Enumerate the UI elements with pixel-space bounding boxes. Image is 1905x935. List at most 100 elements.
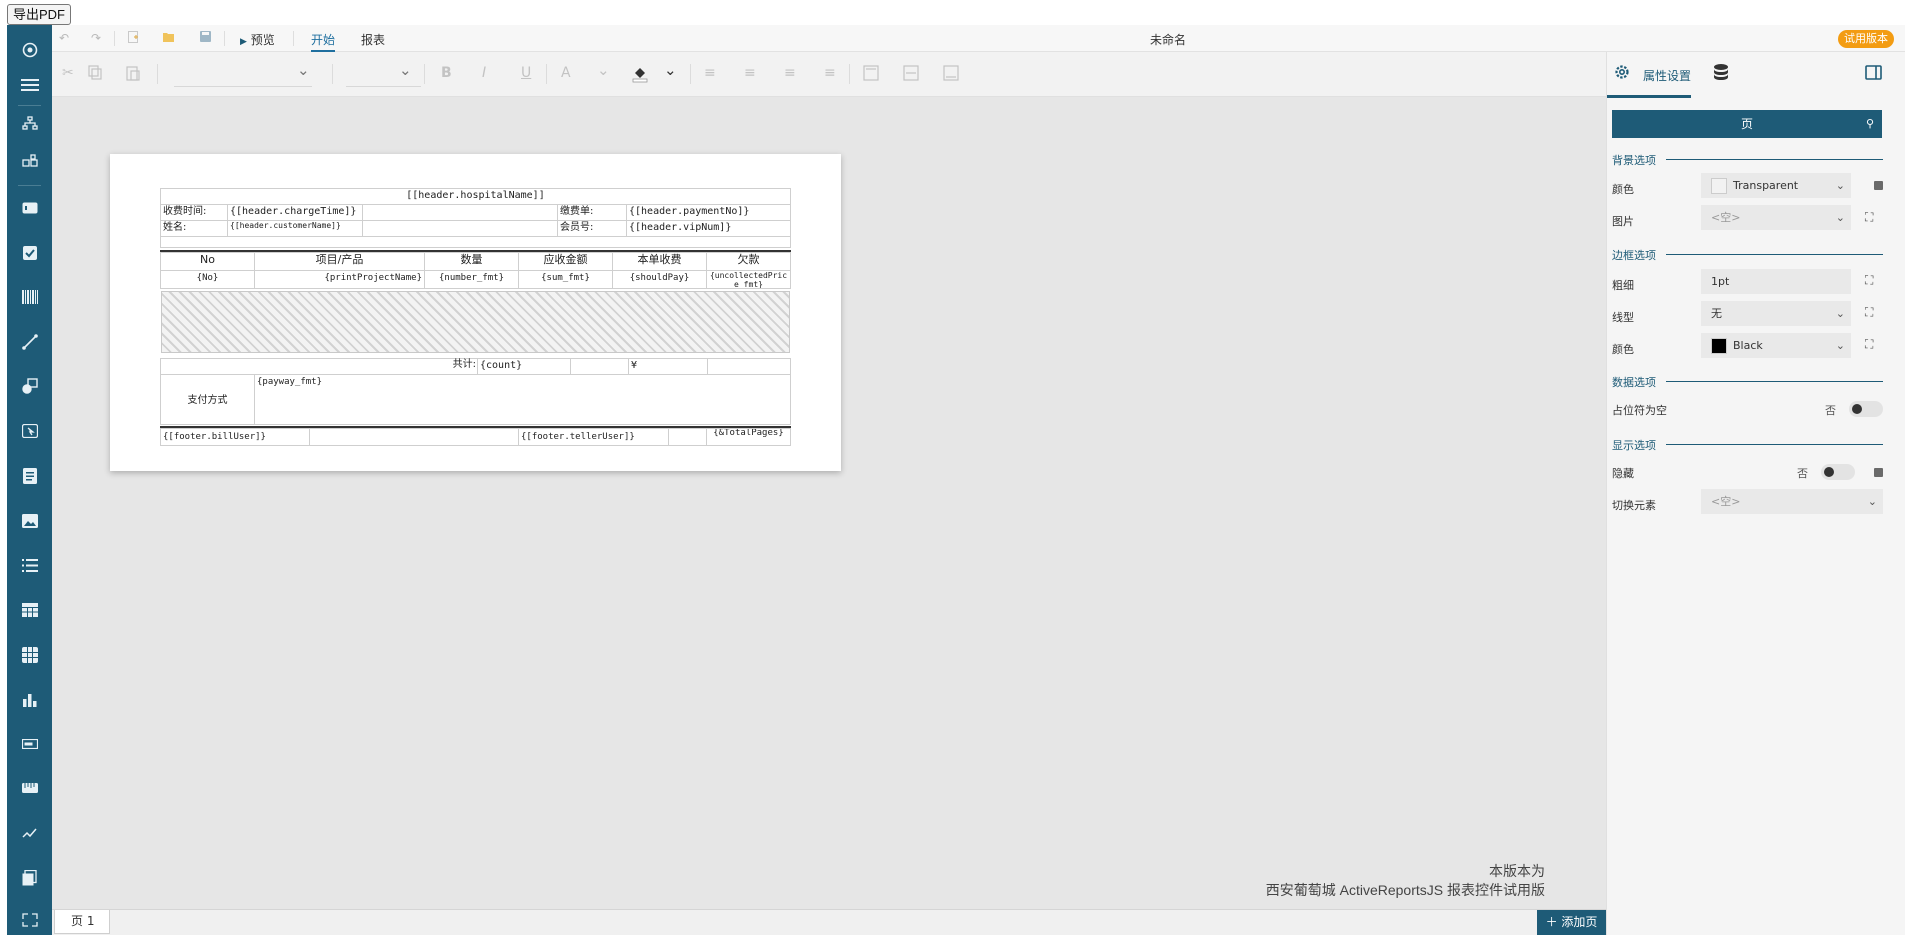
expand-icon[interactable]: ⛶ (1865, 305, 1873, 320)
sparkline-icon[interactable] (7, 818, 52, 848)
border-color-select[interactable]: Black ⌄ (1701, 333, 1851, 358)
expression-icon[interactable] (1874, 468, 1883, 477)
hidden-toggle[interactable] (1821, 464, 1855, 480)
panel-header[interactable]: 页 ⚲ (1612, 110, 1882, 138)
gear-icon[interactable] (1613, 63, 1631, 84)
list-icon[interactable] (7, 550, 52, 580)
align-right-icon[interactable]: ≡ (784, 65, 796, 81)
expand-icon[interactable]: ⛶ (1865, 273, 1873, 288)
container-icon[interactable] (7, 905, 52, 935)
name-value[interactable]: {[header.customerName]} (227, 220, 363, 237)
table-icon[interactable] (7, 595, 52, 625)
undo-icon[interactable]: ↶ (59, 31, 69, 45)
tab-properties[interactable]: 属性设置 (1643, 67, 1691, 84)
payment-no-value[interactable]: {[header.paymentNo]} (626, 204, 791, 221)
chart-icon[interactable] (7, 685, 52, 715)
column-header[interactable]: 欠款 (706, 252, 791, 271)
line-icon[interactable] (7, 327, 52, 357)
subreport-icon[interactable] (7, 863, 52, 893)
shape-icon[interactable] (7, 371, 52, 401)
table-row-field[interactable]: {shouldPay} (612, 270, 707, 289)
vip-label[interactable]: 会员号: (557, 220, 627, 237)
valign-bottom-icon[interactable] (943, 65, 959, 85)
open-folder-icon[interactable] (163, 31, 175, 45)
richtext-icon[interactable] (7, 461, 52, 491)
chevron-down-icon[interactable]: ⌄ (399, 61, 412, 79)
currency-cell[interactable]: ¥ (628, 358, 708, 375)
empty-cell[interactable] (309, 428, 519, 446)
payway-label[interactable]: 支付方式 (160, 374, 255, 425)
charge-time-value[interactable]: {[header.chargeTime]} (227, 204, 363, 221)
table-row-field[interactable]: {number_fmt} (424, 270, 519, 289)
valign-top-icon[interactable] (863, 65, 879, 85)
tree-structure-icon[interactable] (7, 108, 52, 138)
expression-icon[interactable] (1874, 181, 1883, 190)
valign-middle-icon[interactable] (903, 65, 919, 85)
page-tab[interactable]: 页 1 (54, 910, 110, 934)
toggle-item-select[interactable]: <空> ⌄ (1701, 489, 1883, 514)
empty-cell[interactable] (362, 220, 558, 237)
chevron-down-icon[interactable]: ⌄ (597, 61, 610, 79)
charge-time-label[interactable]: 收费时间: (160, 204, 228, 221)
copy-icon[interactable] (88, 65, 102, 84)
bg-color-select[interactable]: Transparent ⌄ (1701, 173, 1851, 198)
table-row-field[interactable]: {sum_fmt} (518, 270, 613, 289)
expand-icon[interactable]: ⛶ (1865, 210, 1873, 225)
checkbox-icon[interactable] (7, 238, 52, 268)
border-width-input[interactable]: 1pt (1701, 269, 1851, 294)
preview-button[interactable]: ▶ 预览 (240, 31, 275, 48)
name-label[interactable]: 姓名: (160, 220, 228, 237)
table-row-field[interactable]: {No} (160, 270, 255, 289)
chevron-down-icon[interactable]: ⌄ (664, 61, 677, 79)
payway-value[interactable]: {payway_fmt} (254, 374, 791, 425)
align-center-icon[interactable]: ≡ (744, 65, 756, 81)
hospital-name-cell[interactable]: [[header.hospitalName]] (160, 188, 791, 205)
table-row-field[interactable]: {uncollectedPrice_fmt} (706, 270, 791, 289)
new-file-icon[interactable] (128, 31, 139, 46)
collapse-panel-icon[interactable] (1865, 65, 1882, 83)
report-page[interactable]: [[header.hospitalName]] 收费时间: {[header.c… (110, 154, 841, 471)
total-count[interactable]: {count} (477, 358, 571, 375)
image-icon[interactable] (7, 506, 52, 536)
save-icon[interactable] (200, 31, 211, 45)
tab-start[interactable]: 开始 (311, 31, 336, 52)
add-page-button[interactable]: ＋ 添加页 (1537, 910, 1606, 935)
tab-report[interactable]: 报表 (361, 31, 385, 48)
column-header[interactable]: No (160, 252, 255, 271)
font-family-select[interactable] (174, 61, 312, 87)
column-header[interactable]: 数量 (424, 252, 519, 271)
spacer-row[interactable] (160, 236, 791, 248)
empty-cell[interactable] (362, 204, 558, 221)
total-label[interactable]: 共计: (428, 358, 478, 375)
column-header[interactable]: 应收金额 (518, 252, 613, 271)
font-color-icon[interactable]: A (561, 65, 571, 81)
matrix-icon[interactable] (7, 640, 52, 670)
footer-teller-user[interactable]: {[footer.tellerUser]} (518, 428, 669, 446)
redo-icon[interactable]: ↷ (91, 31, 101, 45)
payment-no-label[interactable]: 缴费单: (557, 204, 627, 221)
footer-bill-user[interactable]: {[footer.billUser]} (160, 428, 310, 446)
expand-icon[interactable]: ⛶ (1865, 337, 1873, 352)
bold-icon[interactable]: B (441, 65, 452, 81)
fill-color-icon[interactable] (632, 65, 648, 87)
vip-value[interactable]: {[header.vipNum]} (626, 220, 791, 237)
database-icon[interactable] (1714, 64, 1728, 85)
underline-icon[interactable]: U (521, 65, 531, 81)
barcode-icon[interactable] (7, 282, 52, 312)
border-style-select[interactable]: 无 ⌄ (1701, 301, 1851, 326)
export-pdf-button[interactable]: 导出PDF (7, 4, 72, 25)
align-left-icon[interactable]: ≡ (704, 65, 716, 81)
footer-total-pages[interactable]: {&TotalPages} (706, 428, 791, 446)
column-header[interactable]: 本单收费 (612, 252, 707, 271)
image-select[interactable]: <空> ⌄ (1701, 205, 1851, 230)
components-icon[interactable] (7, 147, 52, 177)
input-field-icon[interactable] (7, 416, 52, 446)
empty-cell[interactable] (668, 428, 707, 446)
textbox-icon[interactable] (7, 193, 52, 223)
bullet-icon[interactable] (7, 729, 52, 759)
chevron-down-icon[interactable]: ⌄ (297, 61, 310, 79)
column-header[interactable]: 项目/产品 (254, 252, 425, 271)
design-canvas[interactable]: [[header.hospitalName]] 收费时间: {[header.c… (52, 97, 1606, 909)
paste-icon[interactable] (126, 65, 140, 85)
menu-icon[interactable] (7, 70, 52, 100)
